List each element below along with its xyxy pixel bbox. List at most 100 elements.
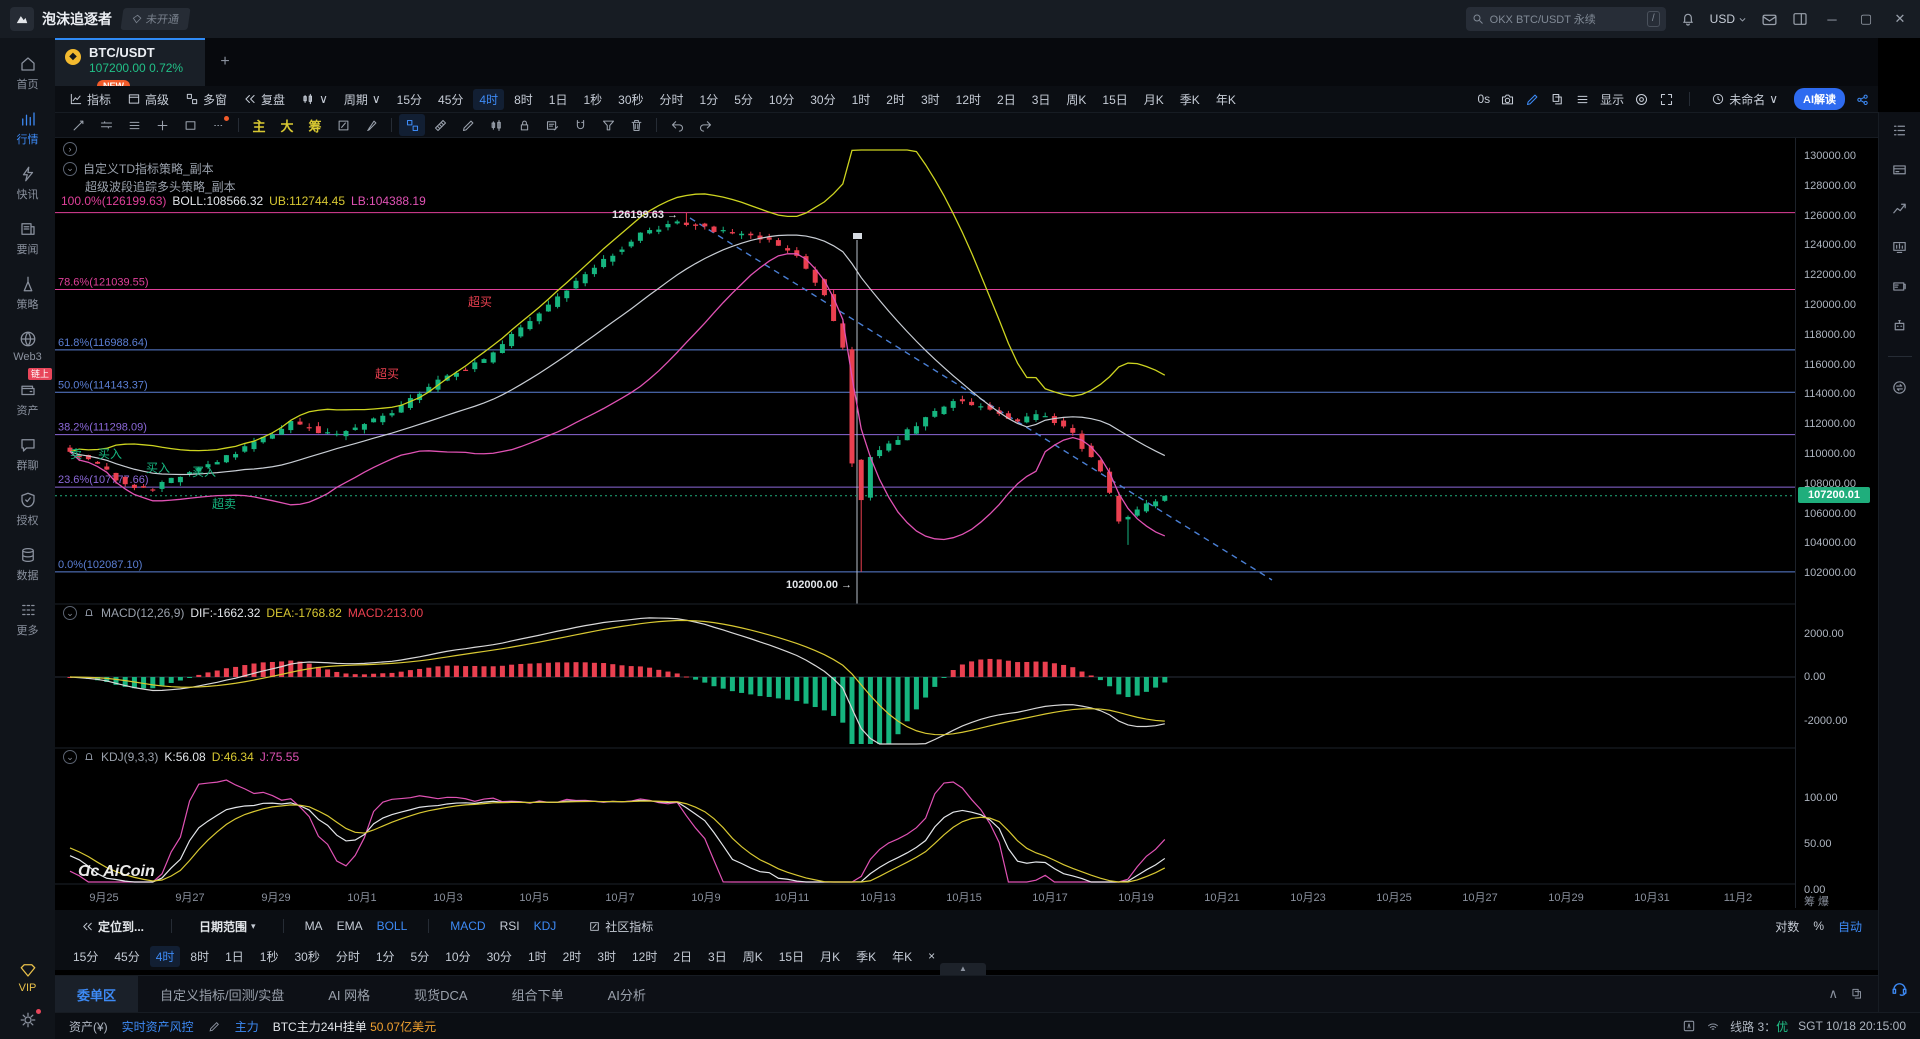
- timeframe-1时[interactable]: 1时: [846, 89, 877, 110]
- indicator-toggle-MACD[interactable]: MACD: [450, 919, 485, 933]
- scale-toggle-自动[interactable]: 自动: [1838, 918, 1862, 935]
- filter-tool[interactable]: [595, 114, 621, 136]
- indicator-button[interactable]: 指标: [63, 89, 117, 110]
- timeframe-1秒[interactable]: 1秒: [577, 89, 608, 110]
- overlay-icon[interactable]: [1550, 92, 1565, 107]
- bottom-timeframe-1时[interactable]: 1时: [522, 946, 553, 967]
- redo-tool[interactable]: [692, 114, 718, 136]
- note-tool[interactable]: [539, 114, 565, 136]
- bottom-timeframe-15分[interactable]: 15分: [67, 946, 104, 967]
- bottom-timeframe-3时[interactable]: 3时: [591, 946, 622, 967]
- list-icon[interactable]: [1575, 92, 1590, 107]
- edit-icon[interactable]: [208, 1020, 221, 1033]
- add-tab-button[interactable]: +: [205, 38, 245, 86]
- bottom-timeframe-1日[interactable]: 1日: [219, 946, 250, 967]
- bottom-timeframe-4时[interactable]: 4时: [150, 946, 181, 967]
- multiwindow-button[interactable]: 多窗: [179, 89, 233, 110]
- bell-icon[interactable]: [1680, 11, 1696, 27]
- select-tool[interactable]: [399, 114, 425, 136]
- timeframe-12时[interactable]: 12时: [950, 89, 987, 110]
- bottom-timeframe-3日[interactable]: 3日: [702, 946, 733, 967]
- timeframe-8时[interactable]: 8时: [508, 89, 539, 110]
- timeframe-30秒[interactable]: 30秒: [612, 89, 649, 110]
- bottom-tab-自定义指标/回测/实盘[interactable]: 自定义指标/回测/实盘: [138, 976, 306, 1012]
- sidebar-item-more[interactable]: 更多: [0, 592, 55, 647]
- fullscreen-icon[interactable]: [1659, 92, 1674, 107]
- alert-icon[interactable]: [83, 607, 95, 619]
- undo-tool[interactable]: [664, 114, 690, 136]
- sidebar-item-vip[interactable]: VIP: [0, 952, 55, 1003]
- bottom-timeframe-年K[interactable]: 年K: [886, 946, 918, 967]
- bottom-tab-AI 网格[interactable]: AI 网格: [306, 976, 392, 1012]
- display-toggle[interactable]: 显示: [1600, 91, 1624, 108]
- etf-icon[interactable]: [1891, 278, 1908, 295]
- edit-square-tool[interactable]: [330, 114, 356, 136]
- trend-icon[interactable]: [1891, 200, 1908, 217]
- timeframe-3日[interactable]: 3日: [1026, 89, 1057, 110]
- locate-button[interactable]: 定位到...: [75, 916, 150, 937]
- timeframe-1日[interactable]: 1日: [543, 89, 574, 110]
- close-timeframe-bar[interactable]: ×: [922, 947, 941, 965]
- maximize-button[interactable]: ▢: [1856, 11, 1876, 27]
- mail-icon[interactable]: [1761, 11, 1778, 28]
- share-icon[interactable]: [1855, 92, 1870, 107]
- timeframe-月K[interactable]: 月K: [1138, 89, 1170, 110]
- bottom-timeframe-45分[interactable]: 45分: [108, 946, 145, 967]
- timeframe-2时[interactable]: 2时: [880, 89, 911, 110]
- bottom-timeframe-分时[interactable]: 分时: [330, 946, 366, 967]
- ruler-tool[interactable]: [427, 114, 453, 136]
- bottom-tab-AI分析[interactable]: AI分析: [586, 976, 668, 1012]
- sidebar-item-flash[interactable]: 快讯: [0, 156, 55, 211]
- strategy-label-2[interactable]: 超级波段追踪多头策略_副本: [85, 178, 236, 195]
- text-main[interactable]: 主: [246, 114, 272, 136]
- text-big[interactable]: 大: [274, 114, 300, 136]
- timeframe-30分[interactable]: 30分: [804, 89, 841, 110]
- sidebar-item-data[interactable]: 数据: [0, 537, 55, 592]
- settings-gear-icon[interactable]: [0, 1003, 55, 1039]
- pane-collapse-button[interactable]: ›: [63, 142, 77, 156]
- timeframe-3时[interactable]: 3时: [915, 89, 946, 110]
- timeframe-15分[interactable]: 15分: [391, 89, 428, 110]
- collapse-tabs-icon[interactable]: ∧: [1828, 986, 1838, 1002]
- indicator-toggle-RSI[interactable]: RSI: [500, 919, 520, 933]
- collapse-panel-button[interactable]: ▲: [940, 963, 986, 975]
- price-axis[interactable]: 130000.00128000.00126000.00124000.001220…: [1795, 138, 1878, 908]
- asset-label[interactable]: 资产(¥): [69, 1018, 108, 1035]
- overlay-toggle-BOLL[interactable]: BOLL: [377, 919, 408, 933]
- currency-selector[interactable]: USD: [1710, 12, 1747, 26]
- alert-icon[interactable]: [83, 751, 95, 763]
- magnet-tool[interactable]: [567, 114, 593, 136]
- bottom-timeframe-30分[interactable]: 30分: [481, 946, 518, 967]
- draw-icon[interactable]: [1525, 92, 1540, 107]
- shortcut-icon[interactable]: [1682, 1019, 1696, 1033]
- sidebar-item-wallet[interactable]: 链上资产: [0, 372, 55, 427]
- overlay-toggle-MA[interactable]: MA: [305, 919, 323, 933]
- pen-tool[interactable]: [455, 114, 481, 136]
- bottom-timeframe-1秒[interactable]: 1秒: [254, 946, 285, 967]
- timeframe-4时[interactable]: 4时: [473, 89, 504, 110]
- sidebar-item-strategy[interactable]: 策略: [0, 266, 55, 321]
- rect-tool[interactable]: [177, 114, 203, 136]
- panel-list-icon[interactable]: [1891, 122, 1908, 139]
- parallel-lines-tool[interactable]: [93, 114, 119, 136]
- timeframe-2日[interactable]: 2日: [991, 89, 1022, 110]
- period-dropdown[interactable]: 周期∨: [338, 89, 387, 110]
- macd-header[interactable]: ⌄ MACD(12,26,9)DIF:-1662.32DEA:-1768.82M…: [63, 606, 423, 620]
- bottom-timeframe-2时[interactable]: 2时: [557, 946, 588, 967]
- community-indicators-button[interactable]: 社区指标: [582, 916, 659, 937]
- bot-icon[interactable]: [1891, 317, 1908, 334]
- timeframe-45分[interactable]: 45分: [432, 89, 469, 110]
- line-status[interactable]: 线路 3：优: [1730, 1018, 1788, 1035]
- replay-button[interactable]: 复盘: [237, 89, 291, 110]
- risk-control-link[interactable]: 实时资产风控: [122, 1018, 194, 1035]
- symbol-tab-btcusdt[interactable]: ◆ BTC/USDT 107200.00 0.72% NEW: [55, 38, 205, 86]
- layout-selector[interactable]: 未命名∨: [1705, 89, 1784, 110]
- bottom-timeframe-月K[interactable]: 月K: [814, 946, 846, 967]
- ai-analysis-button[interactable]: AI解读: [1794, 88, 1845, 110]
- bottom-tab-委单区[interactable]: 委单区: [55, 976, 138, 1012]
- timeframe-季K[interactable]: 季K: [1174, 89, 1206, 110]
- lock-tool[interactable]: [511, 114, 537, 136]
- chart-type-dropdown[interactable]: ∨: [295, 90, 334, 108]
- bottom-timeframe-2日[interactable]: 2日: [667, 946, 698, 967]
- bottom-tab-现货DCA[interactable]: 现货DCA: [392, 976, 489, 1012]
